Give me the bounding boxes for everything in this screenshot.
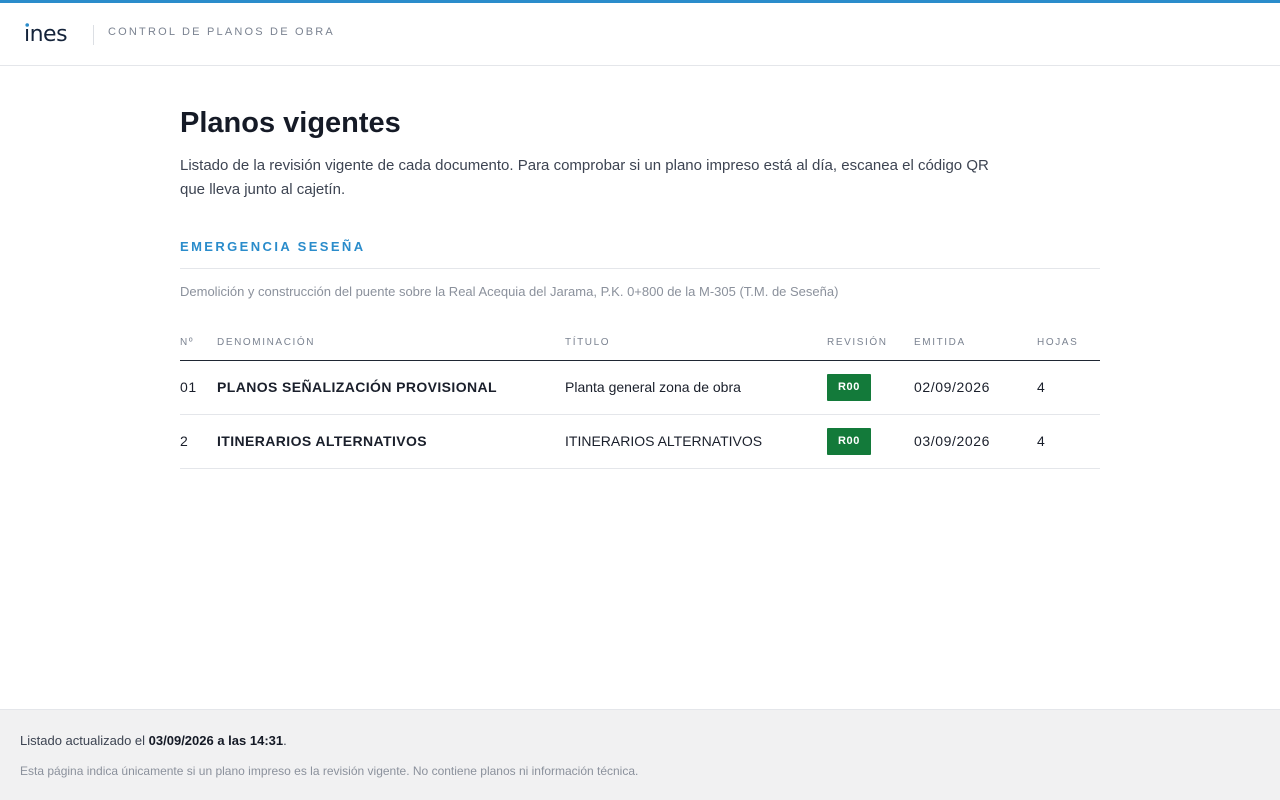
row-denominacion: PLANOS SEÑALIZACIÓN PROVISIONAL <box>217 360 565 415</box>
row-emitida: 02/09/2026 <box>914 360 1037 415</box>
column-header-emitida: EMITIDA <box>914 325 1037 361</box>
project-divider <box>180 268 1100 269</box>
row-revision: R00 <box>827 414 914 469</box>
column-header-revision: REVISIÓN <box>827 325 914 361</box>
page-footer: Listado actualizado el 03/09/2026 a las … <box>0 709 1280 800</box>
main-content: Planos vigentes Listado de la revisión v… <box>180 66 1100 469</box>
row-hojas: 4 <box>1037 414 1100 469</box>
app-header: ines CONTROL DE PLANOS DE OBRA <box>0 3 1280 66</box>
app-title: CONTROL DE PLANOS DE OBRA <box>108 26 335 38</box>
ines-logo-mark: ines <box>24 22 68 47</box>
table-row[interactable]: 2 ITINERARIOS ALTERNATIVOS ITINERARIOS A… <box>180 414 1100 469</box>
ines-logo[interactable]: ines <box>24 17 76 47</box>
footer-disclaimer: Esta página indica únicamente si un plan… <box>20 764 639 778</box>
row-num: 2 <box>180 414 217 469</box>
logo-dot-icon <box>25 23 29 27</box>
column-header-num: Nº <box>180 325 217 361</box>
page-title: Planos vigentes <box>180 107 401 139</box>
table-row[interactable]: 01 PLANOS SEÑALIZACIÓN PROVISIONAL Plant… <box>180 360 1100 415</box>
header-divider <box>93 25 94 45</box>
row-emitida: 03/09/2026 <box>914 414 1037 469</box>
last-updated-timestamp: 03/09/2026 a las 14:31 <box>148 733 284 748</box>
row-hojas: 4 <box>1037 360 1100 415</box>
table-header-row: Nº DENOMINACIÓN TÍTULO REVISIÓN EMITIDA … <box>180 325 1100 361</box>
column-header-titulo: TÍTULO <box>565 325 827 361</box>
column-header-hojas: HOJAS <box>1037 325 1100 361</box>
page-description: Listado de la revisión vigente de cada d… <box>180 157 989 198</box>
last-updated-text: Listado actualizado el 03/09/2026 a las … <box>20 732 287 750</box>
project-description: Demolición y construcción del puente sob… <box>180 284 839 299</box>
row-num: 01 <box>180 360 217 415</box>
drawings-table: Nº DENOMINACIÓN TÍTULO REVISIÓN EMITIDA … <box>180 325 1100 469</box>
row-revision: R00 <box>827 360 914 415</box>
row-denominacion: ITINERARIOS ALTERNATIVOS <box>217 414 565 469</box>
last-updated-suffix: . <box>283 733 287 748</box>
row-titulo: Planta general zona de obra <box>565 360 827 415</box>
last-updated-prefix: Listado actualizado el <box>20 733 149 748</box>
project-name: EMERGENCIA SESEÑA <box>180 239 366 254</box>
column-header-denominacion: DENOMINACIÓN <box>217 325 565 361</box>
revision-badge: R00 <box>827 373 871 401</box>
revision-badge: R00 <box>827 427 871 455</box>
row-titulo: ITINERARIOS ALTERNATIVOS <box>565 414 827 469</box>
ines-logo-wordmark: ines <box>24 22 67 47</box>
